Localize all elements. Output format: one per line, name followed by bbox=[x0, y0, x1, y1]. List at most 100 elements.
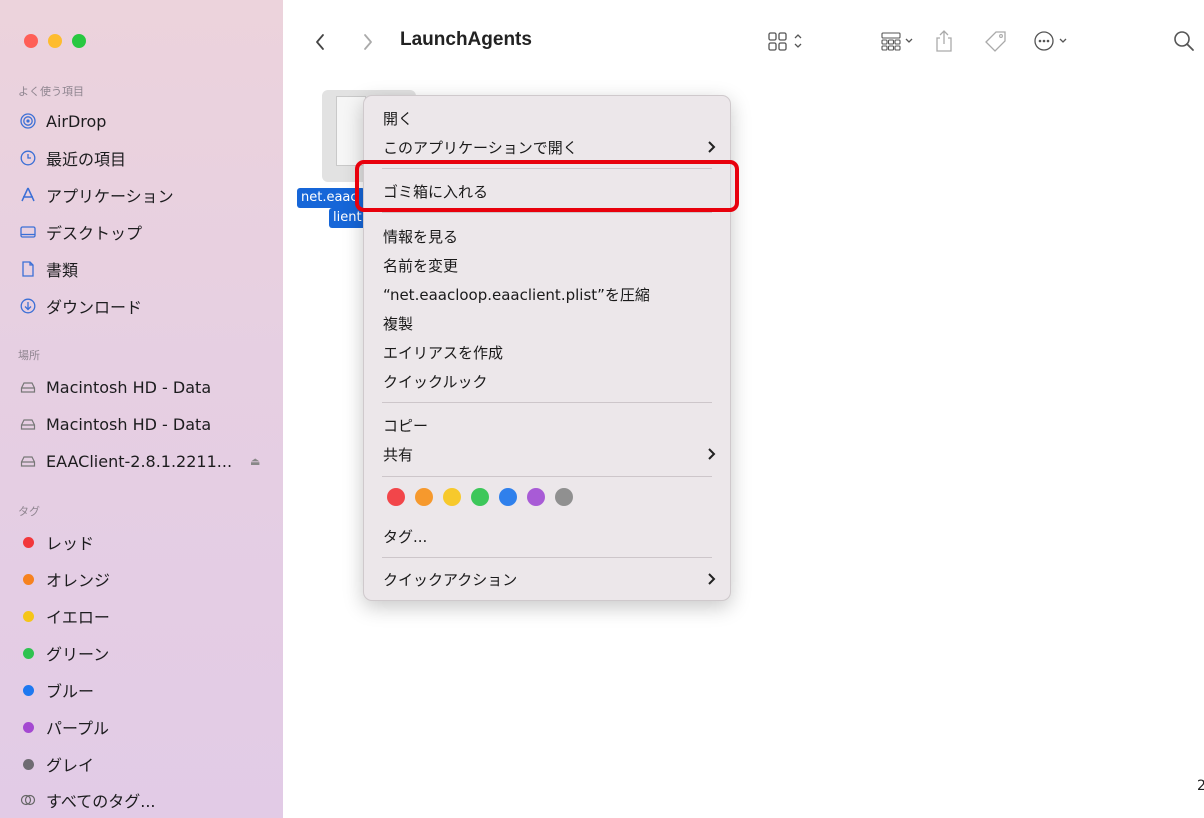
sidebar-tag-gray[interactable]: グレイ bbox=[20, 751, 270, 777]
clock-icon bbox=[20, 150, 36, 166]
drive-icon bbox=[20, 416, 36, 432]
search-button[interactable] bbox=[1173, 28, 1195, 54]
menu-separator bbox=[382, 402, 712, 403]
menu-item-label: クイックアクション bbox=[383, 570, 518, 589]
menu-item-get-info[interactable]: 情報を見る bbox=[383, 223, 716, 249]
tag-color-purple[interactable] bbox=[527, 488, 545, 506]
sidebar-item-macintosh-hd-2[interactable]: Macintosh HD - Data bbox=[20, 411, 270, 437]
sidebar-item-desktop[interactable]: デスクトップ bbox=[20, 219, 270, 245]
sidebar-item-label: デスクトップ bbox=[46, 224, 143, 243]
zoom-button[interactable] bbox=[72, 34, 86, 48]
orange-tag-dot-icon bbox=[22, 573, 34, 585]
green-tag-dot-icon bbox=[22, 647, 34, 659]
menu-item-make-alias[interactable]: エイリアスを作成 bbox=[383, 339, 716, 365]
ellipsis-circle-icon bbox=[1034, 31, 1067, 51]
group-view-icon bbox=[881, 32, 913, 51]
view-mode-button[interactable] bbox=[768, 28, 808, 54]
chevron-right-icon bbox=[364, 34, 372, 50]
sidebar-item-label: イエロー bbox=[46, 608, 110, 627]
folder-title: LaunchAgents bbox=[400, 29, 532, 50]
sidebar-item-label: 書類 bbox=[46, 261, 79, 280]
sidebar-item-label: ダウンロード bbox=[46, 298, 143, 317]
sidebar-tag-yellow[interactable]: イエロー bbox=[20, 603, 270, 629]
drive-icon bbox=[20, 453, 36, 469]
sidebar: よく使う項目 AirDrop 最近の項目 アプリケーション デスクトップ 書類 … bbox=[0, 0, 283, 818]
sidebar-item-label: Macintosh HD - Data bbox=[46, 414, 212, 434]
menu-item-quick-look[interactable]: クイックルック bbox=[383, 368, 716, 394]
tag-color-red[interactable] bbox=[387, 488, 405, 506]
favorites-section-title: よく使う項目 bbox=[18, 85, 84, 98]
tags-section-title: タグ bbox=[18, 505, 40, 518]
menu-item-tags[interactable]: タグ... bbox=[383, 523, 716, 549]
download-icon bbox=[20, 298, 36, 314]
share-button[interactable] bbox=[934, 28, 954, 54]
file-preview-page bbox=[336, 96, 366, 166]
tag-button[interactable] bbox=[983, 28, 1009, 54]
menu-item-open-with[interactable]: このアプリケーションで開く bbox=[383, 134, 716, 160]
search-icon bbox=[1174, 31, 1194, 51]
tag-color-gray[interactable] bbox=[555, 488, 573, 506]
chevron-right-icon bbox=[708, 141, 716, 153]
all-tags-icon bbox=[20, 792, 36, 808]
forward-button[interactable] bbox=[356, 28, 380, 56]
sidebar-item-applications[interactable]: アプリケーション bbox=[20, 182, 270, 208]
sidebar-item-documents[interactable]: 書類 bbox=[20, 256, 270, 282]
back-button[interactable] bbox=[308, 28, 332, 56]
chevron-left-icon bbox=[316, 34, 324, 50]
gray-tag-dot-icon bbox=[22, 758, 34, 770]
share-icon bbox=[936, 30, 952, 52]
sidebar-item-label: ブルー bbox=[46, 682, 95, 701]
sidebar-tag-purple[interactable]: パープル bbox=[20, 714, 270, 740]
sidebar-tag-green[interactable]: グリーン bbox=[20, 640, 270, 666]
sidebar-tag-red[interactable]: レッド bbox=[20, 529, 270, 555]
sidebar-item-downloads[interactable]: ダウンロード bbox=[20, 293, 270, 319]
eject-icon[interactable]: ⏏ bbox=[250, 455, 260, 468]
menu-item-share[interactable]: 共有 bbox=[383, 441, 716, 467]
menu-item-rename[interactable]: 名前を変更 bbox=[383, 252, 716, 278]
menu-item-label: このアプリケーションで開く bbox=[383, 138, 578, 157]
sidebar-item-label: オレンジ bbox=[46, 571, 111, 590]
menu-item-copy[interactable]: コピー bbox=[383, 412, 716, 438]
menu-item-compress[interactable]: “net.eaacloop.eaaclient.plist”を圧縮 bbox=[383, 281, 716, 307]
sidebar-item-label: グリーン bbox=[46, 645, 110, 664]
sidebar-item-label: アプリケーション bbox=[46, 187, 174, 206]
tag-color-yellow[interactable] bbox=[443, 488, 461, 506]
tag-color-picker bbox=[387, 488, 573, 506]
sidebar-item-label: 最近の項目 bbox=[46, 150, 127, 169]
sidebar-item-label: パープル bbox=[46, 719, 110, 738]
menu-item-open[interactable]: 開く bbox=[383, 105, 716, 131]
sidebar-item-label: AirDrop bbox=[46, 111, 107, 131]
airdrop-icon bbox=[20, 113, 36, 129]
window-controls bbox=[24, 34, 86, 48]
sidebar-item-eaaclient[interactable]: EAAClient-2.8.1.2211... ⏏ bbox=[20, 448, 270, 474]
drive-icon bbox=[20, 379, 36, 395]
document-icon bbox=[20, 261, 36, 277]
tag-color-blue[interactable] bbox=[499, 488, 517, 506]
tag-icon bbox=[985, 31, 1006, 52]
tag-color-green[interactable] bbox=[471, 488, 489, 506]
sidebar-item-macintosh-hd-1[interactable]: Macintosh HD - Data bbox=[20, 374, 270, 400]
annotation-highlight-box bbox=[355, 160, 739, 212]
more-actions-button[interactable] bbox=[1033, 28, 1073, 54]
sidebar-item-airdrop[interactable]: AirDrop bbox=[20, 108, 270, 134]
chevron-right-icon bbox=[708, 573, 716, 585]
menu-item-quick-actions[interactable]: クイックアクション bbox=[383, 566, 716, 592]
close-button[interactable] bbox=[24, 34, 38, 48]
icon-view-grid-icon bbox=[768, 32, 802, 51]
sidebar-tag-orange[interactable]: オレンジ bbox=[20, 566, 270, 592]
red-tag-dot-icon bbox=[22, 536, 34, 548]
toolbar: LaunchAgents bbox=[283, 0, 1204, 86]
group-button[interactable] bbox=[881, 28, 915, 54]
tag-color-orange[interactable] bbox=[415, 488, 433, 506]
applications-icon bbox=[20, 187, 36, 203]
sidebar-all-tags[interactable]: すべてのタグ... bbox=[20, 787, 270, 813]
sidebar-tag-blue[interactable]: ブルー bbox=[20, 677, 270, 703]
finder-window: よく使う項目 AirDrop 最近の項目 アプリケーション デスクトップ 書類 … bbox=[0, 0, 1204, 818]
menu-item-label: 共有 bbox=[383, 445, 414, 464]
sidebar-item-recents[interactable]: 最近の項目 bbox=[20, 145, 270, 171]
minimize-button[interactable] bbox=[48, 34, 62, 48]
menu-item-duplicate[interactable]: 複製 bbox=[383, 310, 716, 336]
menu-separator bbox=[382, 557, 712, 558]
sidebar-item-label: EAAClient-2.8.1.2211... bbox=[46, 451, 233, 471]
desktop-icon bbox=[20, 224, 36, 240]
